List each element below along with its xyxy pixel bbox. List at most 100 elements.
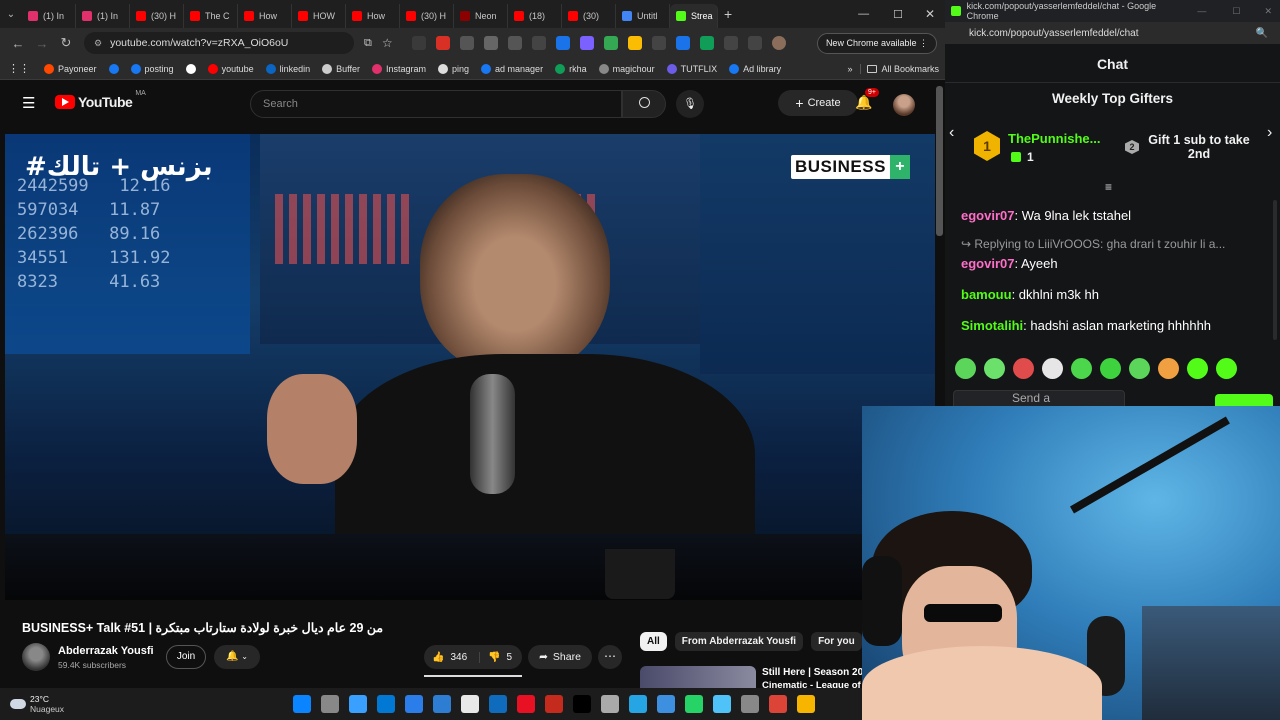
extension-icon[interactable] bbox=[531, 36, 546, 50]
bookmark-item[interactable] bbox=[180, 63, 202, 74]
taskbar-app-icon[interactable] bbox=[377, 695, 395, 713]
extension-icon[interactable] bbox=[579, 36, 594, 50]
kick-minimize-button[interactable]: — bbox=[1187, 6, 1216, 16]
gifters-prev-arrow-icon[interactable]: ‹ bbox=[949, 124, 954, 142]
browser-tab[interactable]: Neon bbox=[454, 4, 508, 28]
collapse-chevron-icon[interactable]: ≡ bbox=[1105, 180, 1112, 194]
bookmark-item[interactable]: TUTFLIX bbox=[661, 63, 724, 74]
chat-username[interactable]: egovir07 bbox=[961, 256, 1014, 271]
site-info-icon[interactable]: ⚙ bbox=[94, 38, 102, 49]
extension-icon[interactable] bbox=[459, 36, 474, 50]
emote-icon[interactable] bbox=[1158, 358, 1179, 379]
browser-tab[interactable]: Strea🔊✕ bbox=[670, 4, 718, 28]
chip-filter[interactable]: For you bbox=[811, 632, 862, 651]
chat-message[interactable]: egovir07: Ayeeh bbox=[961, 256, 1058, 271]
emote-icon[interactable] bbox=[955, 358, 976, 379]
taskbar-app-icon[interactable] bbox=[629, 695, 647, 713]
taskbar-app-icon[interactable] bbox=[601, 695, 619, 713]
address-bar[interactable]: ⚙ youtube.com/watch?v=zRXA_OiO6oU bbox=[84, 32, 354, 54]
subscribe-notification-button[interactable]: 🔔 ⌄ bbox=[214, 645, 260, 669]
share-button[interactable]: ➦ Share bbox=[528, 645, 592, 669]
more-actions-button[interactable]: ⋯ bbox=[598, 645, 622, 669]
bookmark-item[interactable] bbox=[103, 63, 125, 74]
youtube-logo[interactable]: YouTube MA bbox=[55, 90, 146, 110]
extension-icon[interactable] bbox=[483, 36, 498, 50]
taskbar-app-icon[interactable] bbox=[685, 695, 703, 713]
bookmark-item[interactable]: linkedin bbox=[260, 63, 317, 74]
tab-search-icon[interactable]: ⌄ bbox=[0, 9, 22, 20]
kick-address-bar[interactable]: kick.com/popout/yasserlemfeddel/chat 🔍 bbox=[945, 22, 1280, 44]
top-gifter-name[interactable]: ThePunnishe... bbox=[1008, 131, 1100, 146]
browser-tab[interactable]: (1) In bbox=[22, 4, 76, 28]
page-scrollbar[interactable] bbox=[936, 86, 943, 236]
chip-all[interactable]: All bbox=[640, 632, 667, 651]
emote-icon[interactable] bbox=[1216, 358, 1237, 379]
bookmark-item[interactable]: Buffer bbox=[316, 63, 366, 74]
browser-tab[interactable]: (30) bbox=[562, 4, 616, 28]
extension-icon[interactable] bbox=[507, 36, 522, 50]
taskbar-app-icon[interactable] bbox=[433, 695, 451, 713]
channel-avatar[interactable] bbox=[22, 643, 50, 671]
bookmark-item[interactable]: magichour bbox=[593, 63, 661, 74]
chat-message[interactable]: Simotalihi: hadshi aslan marketing hhhhh… bbox=[961, 318, 1211, 333]
taskbar-app-icon[interactable] bbox=[545, 695, 563, 713]
chat-username[interactable]: Simotalihi bbox=[961, 318, 1023, 333]
reload-button[interactable]: ↻ bbox=[54, 35, 78, 51]
extension-icon[interactable] bbox=[411, 36, 426, 50]
dislike-button[interactable]: 👎 5 bbox=[480, 652, 512, 663]
taskbar-app-icon[interactable] bbox=[489, 695, 507, 713]
profile-avatar-icon[interactable] bbox=[771, 36, 786, 50]
browser-tab[interactable]: How bbox=[238, 4, 292, 28]
weather-widget[interactable]: 23°C Nuageux bbox=[0, 694, 270, 714]
join-button[interactable]: Join bbox=[166, 645, 206, 669]
browser-tab[interactable]: How bbox=[346, 4, 400, 28]
kick-maximize-button[interactable]: ☐ bbox=[1222, 6, 1250, 17]
extensions-puzzle-icon[interactable] bbox=[723, 36, 738, 50]
apps-grid-icon[interactable]: ⋮⋮ bbox=[0, 62, 38, 75]
taskbar-app-icon[interactable] bbox=[349, 695, 367, 713]
new-tab-button[interactable]: + bbox=[724, 6, 732, 22]
bookmark-item[interactable]: Instagram bbox=[366, 63, 432, 74]
taskbar-app-icon[interactable] bbox=[517, 695, 535, 713]
extension-icon[interactable] bbox=[699, 36, 714, 50]
search-input[interactable]: Search bbox=[250, 90, 622, 118]
extension-icon[interactable] bbox=[555, 36, 570, 50]
extension-icon[interactable] bbox=[603, 36, 618, 50]
emote-icon[interactable] bbox=[1100, 358, 1121, 379]
bookmark-item[interactable]: ad manager bbox=[475, 63, 549, 74]
bookmark-item[interactable]: youtube bbox=[202, 63, 260, 74]
bookmark-item[interactable]: posting bbox=[125, 63, 180, 74]
search-button[interactable] bbox=[622, 90, 666, 118]
taskbar-app-icon[interactable] bbox=[769, 695, 787, 713]
chip-filter[interactable]: From Abderrazak Yousfi bbox=[674, 632, 804, 651]
bookmark-item[interactable]: ping bbox=[432, 63, 475, 74]
browser-tab[interactable]: Untitl bbox=[616, 4, 670, 28]
browser-tab[interactable]: (1) In bbox=[76, 4, 130, 28]
extension-icon[interactable] bbox=[627, 36, 642, 50]
browser-tab[interactable]: The C bbox=[184, 4, 238, 28]
chat-scrollbar[interactable] bbox=[1273, 200, 1277, 340]
bookmark-star-icon[interactable]: ☆ bbox=[382, 36, 393, 50]
notifications-button[interactable]: 🔔 9+ bbox=[855, 88, 879, 111]
bookmark-item[interactable]: Ad library bbox=[723, 63, 787, 74]
bookmark-item[interactable]: rkha bbox=[549, 63, 593, 74]
emote-icon[interactable] bbox=[1071, 358, 1092, 379]
browser-tab[interactable]: (30) H bbox=[130, 4, 184, 28]
chat-username[interactable]: bamouu bbox=[961, 287, 1012, 302]
browser-tab[interactable]: HOW bbox=[292, 4, 346, 28]
gifters-next-arrow-icon[interactable]: › bbox=[1267, 124, 1272, 142]
taskbar-app-icon[interactable] bbox=[713, 695, 731, 713]
emote-icon[interactable] bbox=[1129, 358, 1150, 379]
taskbar-app-icon[interactable] bbox=[657, 695, 675, 713]
minimize-button[interactable]: — bbox=[846, 8, 881, 20]
voice-search-button[interactable]: 🎙 bbox=[676, 90, 704, 118]
recommendation-title[interactable]: Still Here | Season 2024 bbox=[762, 667, 874, 678]
extension-icon[interactable] bbox=[651, 36, 666, 50]
browser-tab[interactable]: (18) bbox=[508, 4, 562, 28]
maximize-button[interactable]: ☐ bbox=[881, 8, 915, 21]
extension-icon[interactable] bbox=[675, 36, 690, 50]
bookmark-item[interactable]: Payoneer bbox=[38, 63, 103, 74]
like-button[interactable]: 👍 346 bbox=[424, 651, 480, 663]
emote-icon[interactable] bbox=[1013, 358, 1034, 379]
chat-message[interactable]: egovir07: Wa 9lna lek tstahel bbox=[961, 208, 1131, 223]
